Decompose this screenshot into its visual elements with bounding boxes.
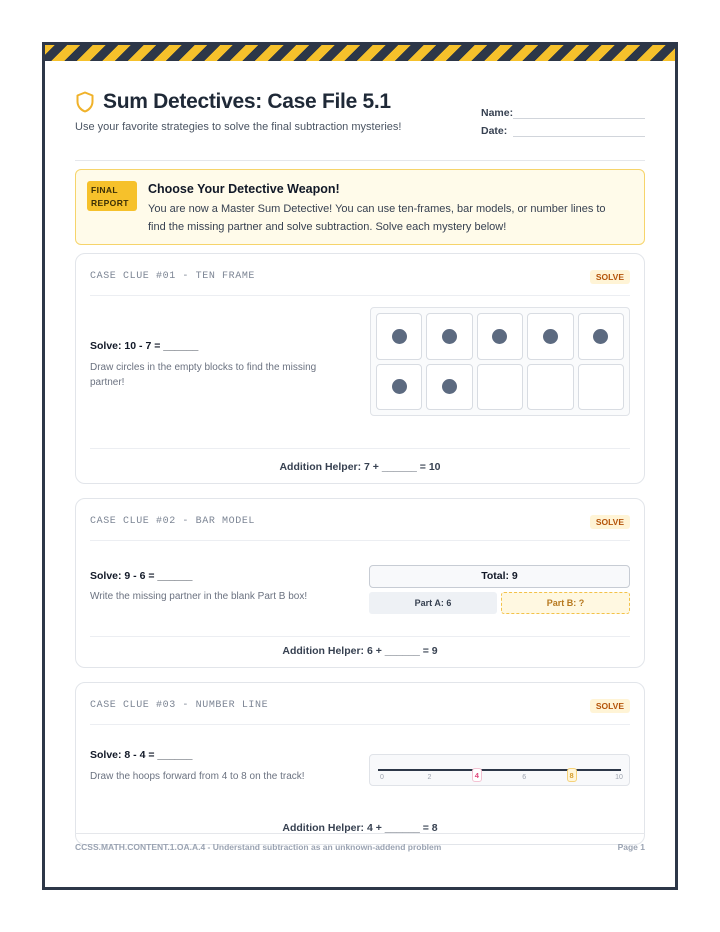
counter-dot <box>442 379 458 395</box>
ten-frame-cell-filled <box>476 313 524 360</box>
number-line[interactable]: 0 2 4 6 8 10 <box>369 754 630 786</box>
badge-line-1: FINAL <box>91 185 119 195</box>
clue-title: CASE CLUE #01 - TEN FRAME <box>90 271 256 282</box>
solve-badge: SOLVE <box>589 269 630 284</box>
case-card-number-line: CASE CLUE #03 - NUMBER LINE SOLVE Solve:… <box>75 682 645 845</box>
number-line-track <box>378 769 621 771</box>
counter-dot <box>492 328 508 344</box>
name-label: Name: <box>481 107 514 119</box>
tick-label: 6 <box>522 774 527 781</box>
tick-label: 2 <box>427 774 432 781</box>
date-field[interactable] <box>513 123 645 137</box>
worksheet: Sum Detectives: Case File 5.1 Use your f… <box>42 42 678 890</box>
case-card-bar-model: CASE CLUE #02 - BAR MODEL SOLVE Solve: 9… <box>75 498 645 668</box>
bar-part-b[interactable]: Part B: ? <box>501 592 630 614</box>
problem-text: Solve: 8 - 4 = ______ <box>90 749 193 761</box>
counter-dot <box>391 328 407 344</box>
solve-badge: SOLVE <box>589 698 630 713</box>
counter-dot <box>542 328 558 344</box>
shield-icon <box>76 91 94 113</box>
start-marker: 4 <box>471 768 482 782</box>
end-marker: 8 <box>566 768 577 782</box>
ten-frame-cell-filled <box>426 313 473 360</box>
ten-frame[interactable] <box>370 307 630 416</box>
intro-text: You are now a Master Sum Detective! You … <box>148 203 606 233</box>
addition-helper: Addition Helper: 6 + ______ = 9 <box>90 636 630 669</box>
ten-frame-cell-empty[interactable] <box>527 363 574 410</box>
header: Sum Detectives: Case File 5.1 Use your f… <box>75 61 645 161</box>
counter-dot <box>442 328 458 344</box>
addition-helper: Addition Helper: 7 + ______ = 10 <box>90 448 630 483</box>
ten-frame-cell-filled <box>376 313 423 360</box>
page-number: Page 1 <box>617 842 645 852</box>
final-report-badge: FINAL REPORT <box>87 181 137 211</box>
ten-frame-cell-filled <box>376 363 423 410</box>
page-title: Sum Detectives: Case File 5.1 <box>103 90 391 113</box>
problem-text: Solve: 9 - 6 = ______ <box>90 570 193 582</box>
page-subtitle: Use your favorite strategies to solve th… <box>75 121 402 133</box>
hint-text: Draw circles in the empty blocks to find… <box>90 362 317 388</box>
ten-frame-cell-filled <box>426 363 473 410</box>
hint-text: Draw the hoops forward from 4 to 8 on th… <box>90 771 305 782</box>
bar-total: Total: 9 <box>369 565 630 588</box>
ten-frame-cell-empty[interactable] <box>577 363 624 410</box>
hint-text: Write the missing partner in the blank P… <box>90 591 308 602</box>
tick-label: 0 <box>380 774 384 781</box>
counter-dot <box>593 328 609 344</box>
badge-line-2: REPORT <box>91 198 129 208</box>
footer: CCSS.MATH.CONTENT.1.OA.A.4 - Understand … <box>75 833 645 852</box>
counter-dot <box>391 379 407 395</box>
clue-title: CASE CLUE #03 - NUMBER LINE <box>90 700 269 711</box>
ten-frame-cell-filled <box>527 313 574 360</box>
bar-part-a: Part A: 6 <box>369 592 497 614</box>
ten-frame-cell-filled <box>577 313 624 360</box>
case-card-ten-frame: CASE CLUE #01 - TEN FRAME SOLVE Solve: 1… <box>75 253 645 484</box>
solve-badge: SOLVE <box>589 514 630 529</box>
intro-box: FINAL REPORT Choose Your Detective Weapo… <box>75 169 645 245</box>
hazard-stripe <box>45 45 675 61</box>
date-label: Date: <box>481 125 508 137</box>
clue-title: CASE CLUE #02 - BAR MODEL <box>90 516 256 527</box>
name-field[interactable] <box>513 105 645 119</box>
problem-text: Solve: 10 - 7 = ______ <box>90 340 199 352</box>
ten-frame-cell-empty[interactable] <box>476 363 524 410</box>
standard-text: CCSS.MATH.CONTENT.1.OA.A.4 - Understand … <box>75 842 442 852</box>
tick-label: 10 <box>615 774 623 781</box>
intro-title: Choose Your Detective Weapon! <box>148 182 340 196</box>
